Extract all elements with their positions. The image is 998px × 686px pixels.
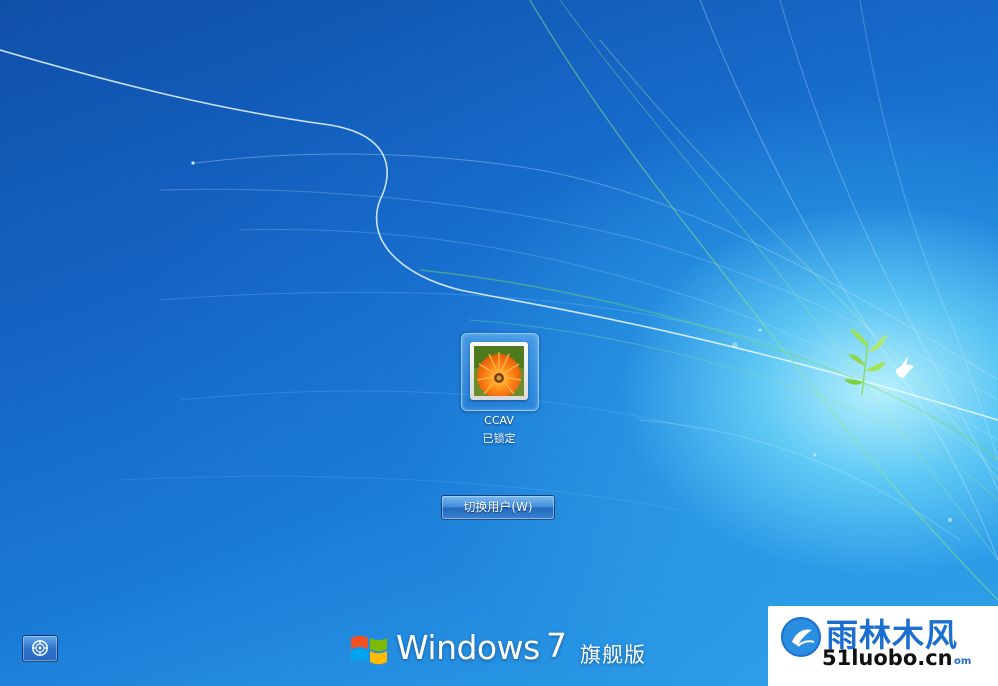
user-name: CCAV: [484, 414, 514, 427]
windows-edition: 旗舰版: [580, 643, 646, 667]
ease-of-access-button[interactable]: [22, 635, 58, 662]
windows-flag-icon: [351, 635, 387, 665]
windows-branding: Windows 7 旗舰版: [348, 626, 668, 674]
windows-version: 7: [546, 626, 567, 665]
watermark-url-tail: om: [954, 656, 972, 667]
user-picture-flower-icon: [474, 346, 524, 396]
user-status-locked: 已锁定: [482, 432, 516, 445]
watermark-logo-icon: [781, 617, 821, 657]
windows-wordmark: Windows: [396, 628, 540, 667]
site-watermark: 雨林木风 51luobo.cn om: [768, 606, 998, 686]
user-picture-frame: [470, 342, 528, 400]
watermark-url: 51luobo.cn: [822, 646, 953, 670]
user-tile[interactable]: [461, 333, 539, 411]
lock-screen: CCAV 已锁定 切换用户(W) Windows 7 旗舰版 雨林木风 51lu…: [0, 0, 998, 686]
switch-user-button[interactable]: 切换用户(W): [441, 495, 555, 520]
ease-of-access-icon: [32, 640, 48, 656]
